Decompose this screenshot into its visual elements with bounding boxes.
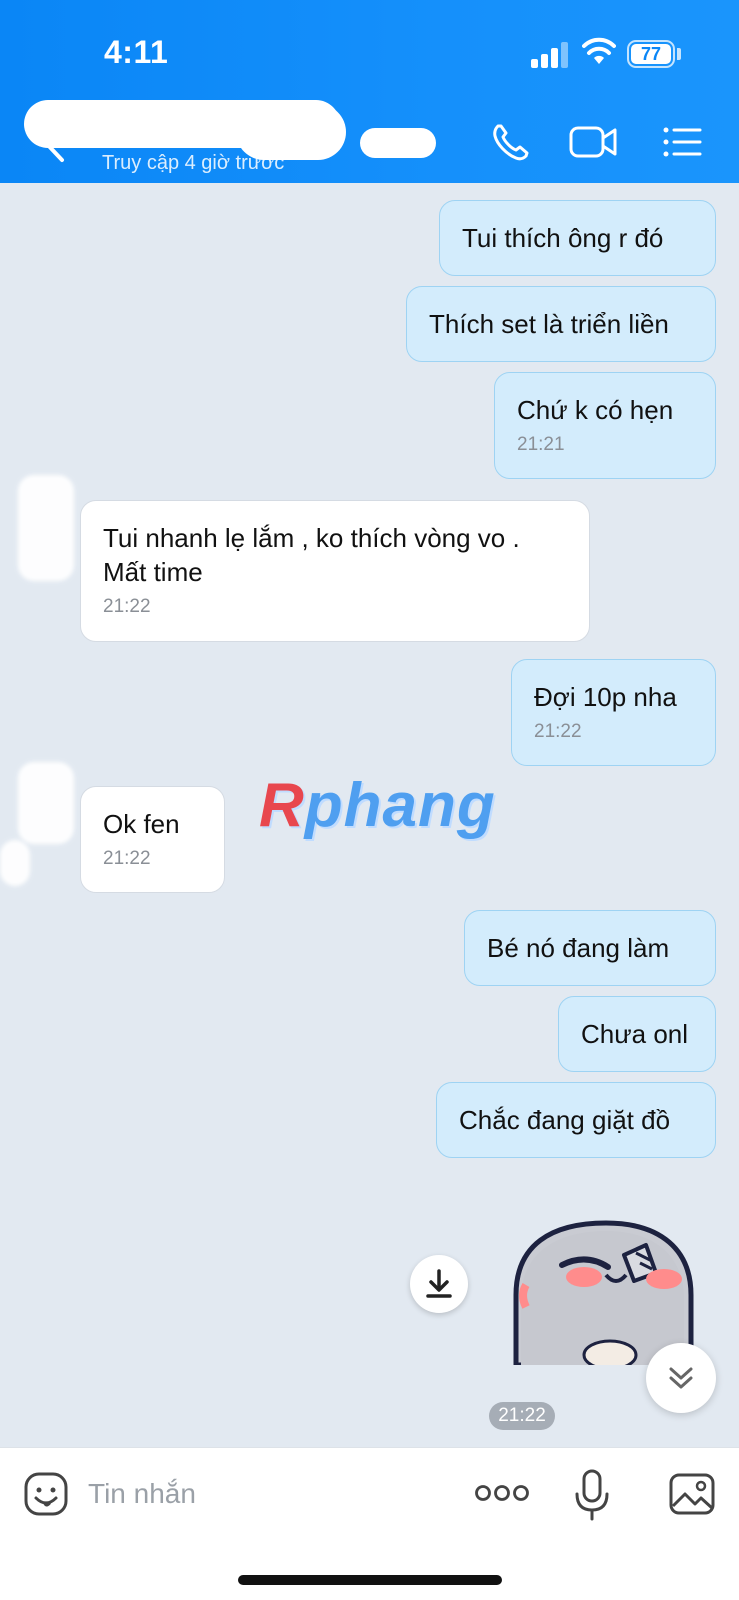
battery-cap <box>677 48 681 60</box>
message-time: 21:22 <box>103 848 151 869</box>
redacted-avatar <box>18 475 74 581</box>
message-text: Tui thích ông r đó <box>462 223 664 253</box>
home-indicator <box>238 1575 502 1585</box>
message-bubble-sent[interactable]: Chắc đang giặt đồ <box>436 1082 716 1158</box>
redacted-contact-name-tail <box>360 128 436 158</box>
message-bubble-received[interactable]: Tui nhanh lẹ lắm , ko thích vòng vo . Mấ… <box>80 500 590 642</box>
message-bubble-sent[interactable]: Chưa onl <box>558 996 716 1072</box>
wifi-icon <box>582 37 616 64</box>
message-text: Bé nó đang làm <box>487 933 670 963</box>
message-time: 21:22 <box>103 596 151 617</box>
sticker-time: 21:22 <box>489 1402 555 1430</box>
watermark-logo: Rphang <box>259 771 496 840</box>
message-bubble-received[interactable]: Ok fen 21:22 <box>80 786 225 893</box>
message-text-line2: Mất time <box>103 557 203 587</box>
chat-header: 4:11 77 Truy cập 4 giờ trước <box>0 0 739 183</box>
battery-level: 77 <box>631 44 671 64</box>
double-chevron-down-icon <box>669 1367 693 1389</box>
last-seen-status: Truy cập 4 giờ trước <box>102 152 285 174</box>
message-text: Chưa onl <box>581 1019 689 1049</box>
video-call-icon[interactable] <box>568 118 620 166</box>
message-text: Thích set là triển liền <box>429 309 669 339</box>
image-icon[interactable] <box>668 1472 716 1516</box>
cellular-signal-icon <box>531 40 571 68</box>
message-text: Ok fen <box>103 809 180 839</box>
emoji-icon[interactable] <box>22 1470 70 1518</box>
message-text: Chắc đang giặt đồ <box>459 1105 671 1135</box>
message-bubble-sent[interactable]: Thích set là triển liền <box>406 286 716 362</box>
message-text: Đợi 10p nha <box>534 682 677 712</box>
message-text: Tui nhanh lẹ lắm , ko thích vòng vo . <box>103 523 520 553</box>
message-time: 21:21 <box>517 434 565 455</box>
message-input[interactable] <box>88 1470 438 1518</box>
more-dots-icon[interactable] <box>474 1478 530 1508</box>
microphone-icon[interactable] <box>572 1468 612 1522</box>
phone-icon[interactable] <box>486 118 538 166</box>
status-time: 4:11 <box>104 34 169 70</box>
download-button[interactable] <box>410 1255 468 1313</box>
message-bubble-sent[interactable]: Bé nó đang làm <box>464 910 716 986</box>
message-bubble-sent[interactable]: Chứ k có hẹn 21:21 <box>494 372 716 479</box>
download-icon <box>426 1269 452 1298</box>
message-bubble-sent[interactable]: Tui thích ông r đó <box>439 200 716 276</box>
redacted-avatar <box>18 762 74 844</box>
message-time: 21:22 <box>534 721 582 742</box>
message-input-bar <box>0 1447 739 1600</box>
battery-indicator: 77 <box>627 40 675 68</box>
message-bubble-sent[interactable]: Đợi 10p nha 21:22 <box>511 659 716 766</box>
message-text: Chứ k có hẹn <box>517 395 674 425</box>
menu-list-icon[interactable] <box>660 118 712 166</box>
redacted-avatar-fragment <box>0 840 30 886</box>
scroll-to-bottom-button[interactable] <box>646 1343 716 1413</box>
